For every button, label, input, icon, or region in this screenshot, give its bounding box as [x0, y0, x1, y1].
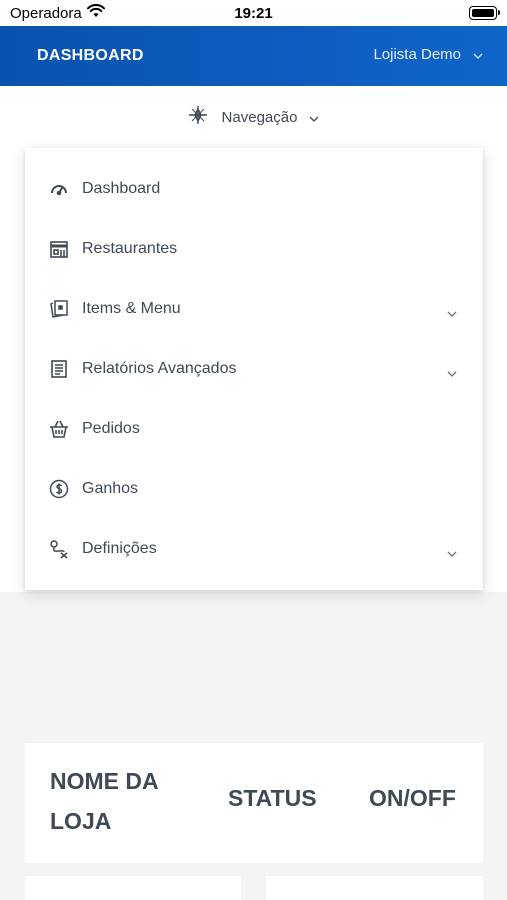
column-header-status: STATUS	[228, 785, 317, 811]
menu-item-label: Ganhos	[82, 480, 139, 497]
user-name: Lojista Demo	[373, 46, 461, 63]
chevron-down-icon	[447, 544, 457, 562]
top-app-bar: DASHBOARD Lojista Demo	[0, 26, 507, 86]
menu-item-label: Relatórios Avançados	[82, 360, 237, 377]
stat-card	[25, 876, 241, 900]
menu-item-dashboard[interactable]: Dashboard	[25, 169, 483, 209]
column-header-on-off: ON/OFF	[369, 785, 456, 811]
gauge-icon	[49, 179, 69, 199]
menu-item-relatorios[interactable]: Relatórios Avançados	[25, 349, 483, 389]
menu-item-items-menu[interactable]: Items & Menu	[25, 289, 483, 329]
chevron-down-icon	[473, 46, 483, 63]
settings-route-icon	[49, 539, 69, 559]
stat-card	[266, 876, 483, 900]
user-menu[interactable]: Lojista Demo	[373, 46, 483, 63]
basket-icon	[49, 419, 69, 439]
menu-item-label: Pedidos	[82, 420, 140, 437]
menu-item-ganhos[interactable]: Ganhos	[25, 469, 483, 509]
column-header-store-name: NOME DA LOJA	[50, 768, 158, 834]
menu-item-label: Restaurantes	[82, 240, 178, 257]
menu-item-label: Definições	[82, 540, 157, 557]
report-icon	[49, 359, 69, 379]
chevron-down-icon	[447, 364, 457, 382]
navigation-toggle[interactable]: Navegação	[0, 104, 507, 130]
navigation-menu: Dashboard Restaurantes Items & Menu Rela…	[25, 148, 483, 590]
clock: 19:21	[234, 5, 273, 22]
menu-item-restaurantes[interactable]: Restaurantes	[25, 229, 483, 269]
chevron-down-icon	[447, 304, 457, 322]
status-bar: Operadora 19:21	[0, 0, 507, 26]
navigation-label: Navegação	[221, 108, 298, 126]
menu-item-definicoes[interactable]: Definições	[25, 529, 483, 569]
menu-item-label: Items & Menu	[82, 300, 181, 317]
dollar-icon	[49, 479, 69, 499]
cards-icon	[49, 299, 69, 319]
menu-item-label: Dashboard	[82, 180, 161, 197]
store-icon	[49, 239, 69, 259]
dashboard-title[interactable]: DASHBOARD	[37, 47, 144, 65]
menu-item-pedidos[interactable]: Pedidos	[25, 409, 483, 449]
compass-icon	[188, 105, 208, 129]
battery-icon	[469, 6, 500, 20]
stores-table-header: NOME DA LOJA STATUS ON/OFF	[25, 743, 483, 863]
chevron-down-icon	[309, 109, 319, 126]
